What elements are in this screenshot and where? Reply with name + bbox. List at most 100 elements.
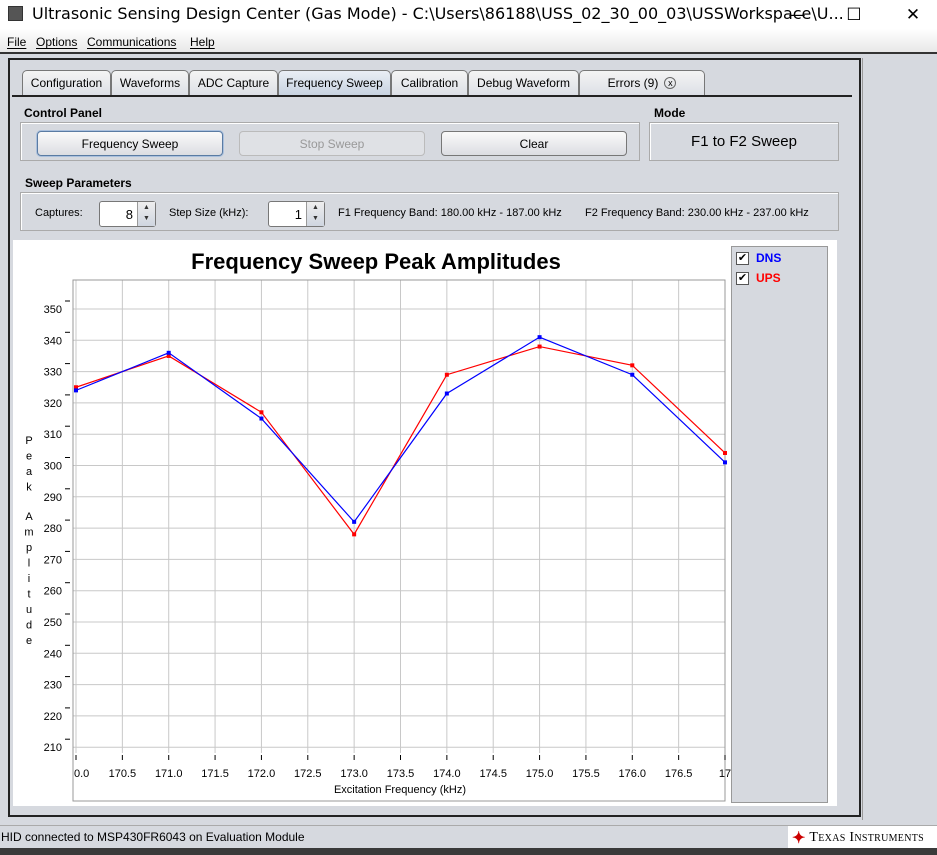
legend-item-ups[interactable]: ✔ UPS: [736, 271, 781, 285]
tab-errors-label: Errors (9): [607, 76, 659, 90]
y-tick-label: 320: [44, 398, 62, 410]
chart-title: Frequency Sweep Peak Amplitudes: [191, 249, 561, 274]
checkbox-checked-icon[interactable]: ✔: [736, 251, 749, 265]
data-point-dns: [166, 350, 171, 355]
data-point-ups: [723, 450, 727, 455]
step-size-spinner[interactable]: 1 ▲ ▼: [268, 201, 325, 227]
mode-value: F1 to F2 Sweep: [649, 122, 839, 161]
legend-label: DNS: [756, 251, 782, 265]
stop-sweep-button[interactable]: Stop Sweep: [239, 131, 425, 156]
clear-button[interactable]: Clear: [441, 131, 627, 156]
menu-communications[interactable]: Communications: [87, 35, 176, 49]
step-size-value: 1: [294, 207, 302, 222]
maximize-button[interactable]: ☐: [831, 0, 877, 29]
x-tick-label: 175.5: [572, 768, 600, 780]
f1-band: F1 Frequency Band: 180.00 kHz - 187.00 k…: [338, 207, 562, 219]
x-tick-label: 174.5: [479, 768, 507, 780]
y-axis-label-char: e: [26, 451, 32, 463]
data-point-dns: [537, 335, 542, 340]
y-tick-label: 300: [44, 461, 62, 473]
y-tick-label: 250: [44, 617, 62, 629]
window-title: Ultrasonic Sensing Design Center (Gas Mo…: [32, 4, 844, 23]
tab-adc-capture[interactable]: ADC Capture: [189, 70, 278, 95]
y-tick-label: 330: [44, 367, 62, 379]
x-tick-label: 174.0: [433, 768, 461, 780]
tab-frequency-sweep[interactable]: Frequency Sweep: [278, 70, 391, 95]
f2-band: F2 Frequency Band: 230.00 kHz - 237.00 k…: [585, 207, 809, 219]
y-axis-label-char: u: [26, 604, 32, 616]
x-tick-label: 170.5: [109, 768, 137, 780]
legend-item-dns[interactable]: ✔ DNS: [736, 251, 781, 265]
y-axis-label-char: P: [25, 435, 32, 447]
y-axis-label-char: A: [25, 511, 33, 523]
y-axis-label: PeakAmplitude: [24, 435, 33, 647]
y-tick-label: 210: [44, 742, 62, 754]
captures-value: 8: [125, 207, 133, 222]
x-axis: 0.0 170.5 171.0 171.5 172.0 172.5 173.0 173.5 17…: [74, 755, 731, 780]
legend-label: UPS: [756, 271, 781, 285]
y-tick-label: 240: [44, 648, 62, 660]
tab-divider: [12, 95, 852, 97]
frequency-sweep-chart: Frequency Sweep Peak Amplitudes 350 340 33…: [24, 249, 731, 802]
y-axis-label-char: d: [26, 620, 32, 632]
frequency-sweep-button[interactable]: Frequency Sweep: [37, 131, 223, 156]
close-tab-icon[interactable]: x: [664, 77, 677, 89]
ti-logo-icon: ✦: [792, 829, 806, 847]
captures-spinner[interactable]: 8 ▲ ▼: [99, 201, 156, 227]
x-tick-label: 175.0: [526, 768, 554, 780]
y-tick-label: 350: [44, 304, 62, 316]
data-point-dns: [444, 391, 449, 396]
y-axis-label-char: m: [24, 527, 33, 539]
title-bar: Ultrasonic Sensing Design Center (Gas Mo…: [0, 0, 937, 29]
data-point-dns: [352, 519, 357, 524]
control-panel-title: Control Panel: [24, 106, 103, 120]
x-tick-label: 171.5: [201, 768, 229, 780]
sweep-parameters-title: Sweep Parameters: [25, 176, 132, 190]
y-tick-label: 310: [44, 429, 62, 441]
tab-errors[interactable]: Errors (9) x: [579, 70, 705, 95]
y-axis-label-char: p: [26, 542, 32, 554]
step-size-label: Step Size (kHz):: [169, 207, 249, 219]
y-tick-label: 290: [44, 492, 62, 504]
tab-debug-waveform[interactable]: Debug Waveform: [468, 70, 579, 95]
data-point-dns: [723, 460, 727, 465]
mode-title: Mode: [654, 106, 686, 120]
data-point-ups: [630, 363, 635, 368]
legend: ✔ DNS ✔ UPS: [731, 246, 828, 803]
tab-configuration[interactable]: Configuration: [22, 70, 111, 95]
x-axis-label: Excitation Frequency (kHz): [334, 784, 466, 796]
y-tick-label: 230: [44, 680, 62, 692]
plot-frame: [72, 279, 726, 802]
x-tick-label: 173.0: [340, 768, 368, 780]
data-point-ups: [259, 410, 264, 415]
minimize-button[interactable]: —: [774, 0, 820, 29]
captures-label: Captures:: [35, 207, 83, 219]
y-tick-label: 270: [44, 554, 62, 566]
x-tick-label: 0.0: [74, 768, 89, 780]
tab-waveforms[interactable]: Waveforms: [111, 70, 189, 95]
tab-calibration[interactable]: Calibration: [391, 70, 468, 95]
app-icon: [8, 6, 23, 21]
x-tick-label: 172.5: [294, 768, 322, 780]
status-bar: HID connected to MSP430FR6043 on Evaluat…: [0, 825, 937, 849]
menu-file[interactable]: File: [7, 35, 26, 49]
data-point-dns: [74, 388, 78, 393]
checkbox-checked-icon[interactable]: ✔: [736, 271, 749, 285]
ti-logo: ✦ Texas Instruments: [788, 826, 937, 849]
y-tick-label: 280: [44, 523, 62, 535]
data-point-ups: [444, 372, 449, 377]
menu-help[interactable]: Help: [190, 35, 215, 49]
spinner-arrows-icon[interactable]: ▲ ▼: [306, 202, 324, 226]
y-axis-label-char: e: [26, 635, 32, 647]
y-axis-label-char: k: [26, 482, 32, 494]
close-button[interactable]: ✕: [890, 0, 936, 29]
x-tick-label: 176.0: [619, 768, 647, 780]
grid: [73, 280, 726, 753]
x-tick-label: 172.0: [248, 768, 276, 780]
spinner-arrows-icon[interactable]: ▲ ▼: [137, 202, 155, 226]
x-tick-label: 171.0: [155, 768, 183, 780]
side-panel: [862, 58, 937, 820]
menu-options[interactable]: Options: [36, 35, 77, 49]
x-tick-label: 176.5: [665, 768, 693, 780]
data-point-dns: [630, 372, 635, 377]
